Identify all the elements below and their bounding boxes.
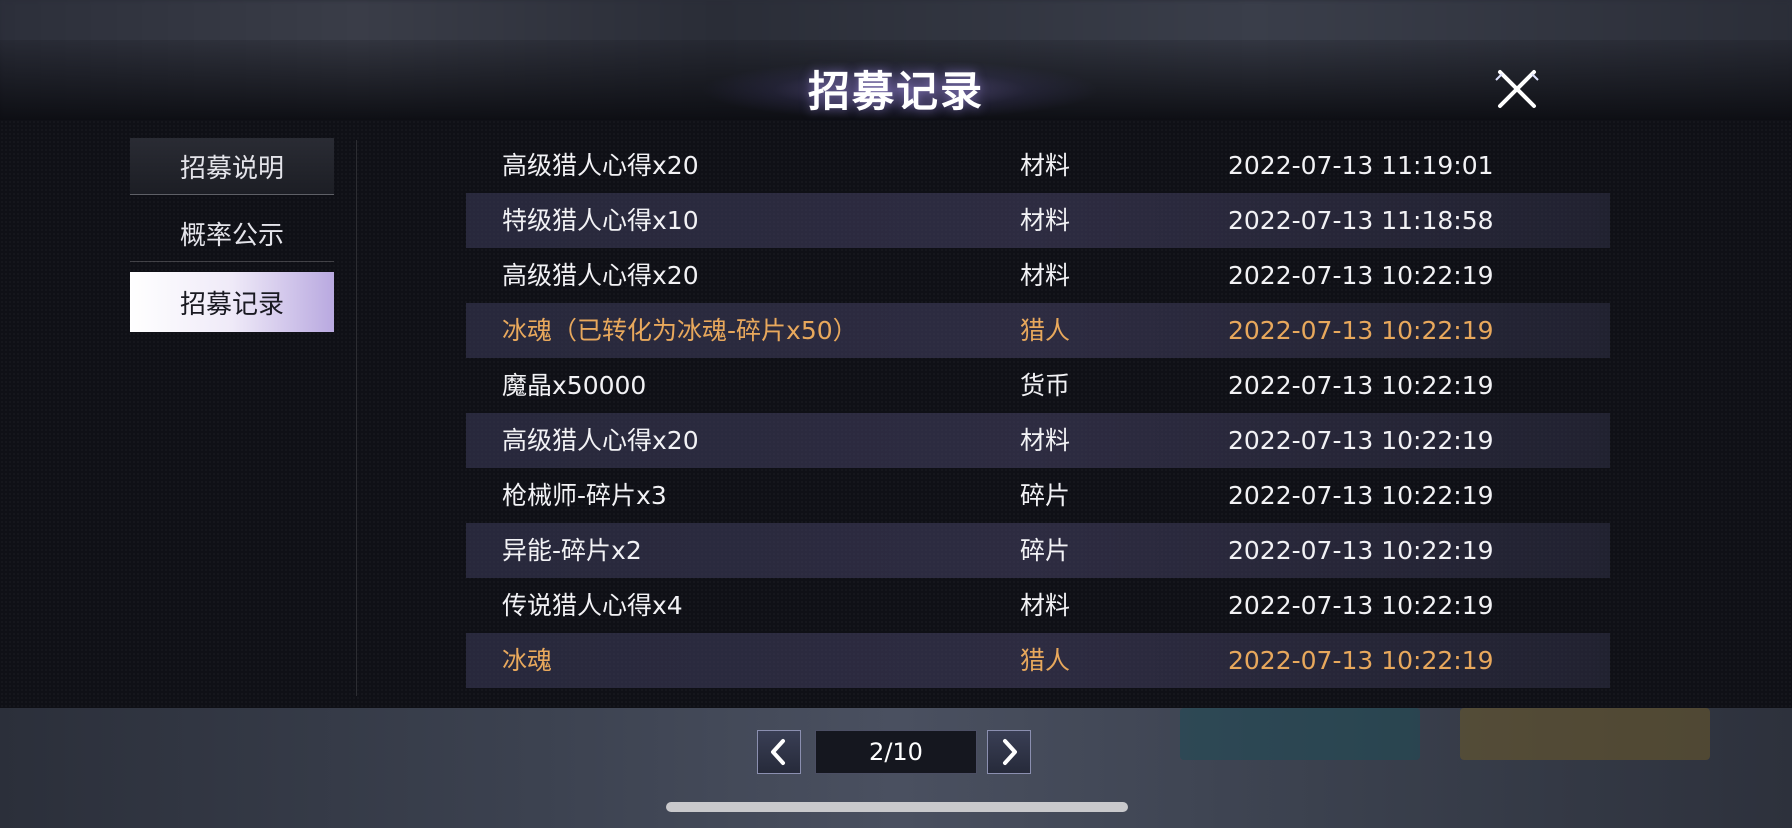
recruit-record-screen: 招募记录 招募说明 概率公示 招募记录 高级猎人心得x20 材料 2022-07… <box>0 0 1792 828</box>
table-row: 魔晶x50000 货币 2022-07-13 10:22:19 <box>466 358 1610 413</box>
item-name: 异能-碎片x2 <box>502 536 642 565</box>
item-type: 碎片 <box>1020 481 1071 510</box>
item-name: 高级猎人心得x20 <box>502 151 699 180</box>
item-name: 高级猎人心得x20 <box>502 261 699 290</box>
page-indicator: 2/10 <box>815 730 977 774</box>
table-row: 特级猎人心得x10 材料 2022-07-13 11:18:58 <box>466 193 1610 248</box>
item-name: 魔晶x50000 <box>502 371 647 400</box>
item-time: 2022-07-13 11:19:01 <box>1228 151 1494 180</box>
tab-probability[interactable]: 概率公示 <box>130 205 334 262</box>
item-name: 高级猎人心得x20 <box>502 426 699 455</box>
close-icon <box>1495 70 1539 108</box>
next-page-button[interactable] <box>987 730 1031 774</box>
item-time: 2022-07-13 10:22:19 <box>1228 591 1494 620</box>
item-time: 2022-07-13 11:18:58 <box>1228 206 1494 235</box>
item-type: 猎人 <box>1020 646 1071 675</box>
item-name: 传说猎人心得x4 <box>502 591 683 620</box>
background-button-blur <box>1460 708 1710 760</box>
item-time: 2022-07-13 10:22:19 <box>1228 261 1494 290</box>
prev-page-button[interactable] <box>757 730 801 774</box>
table-row: 高级猎人心得x20 材料 2022-07-13 10:22:19 <box>466 248 1610 303</box>
chevron-right-icon <box>1003 739 1017 765</box>
item-type: 材料 <box>1020 206 1071 235</box>
home-indicator[interactable] <box>666 802 1128 812</box>
background-button-blur <box>1180 708 1420 760</box>
table-row: 异能-碎片x2 碎片 2022-07-13 10:22:19 <box>466 523 1610 578</box>
item-time: 2022-07-13 10:22:19 <box>1228 371 1494 400</box>
item-type: 材料 <box>1020 426 1071 455</box>
item-type: 碎片 <box>1020 536 1071 565</box>
item-name: 特级猎人心得x10 <box>502 206 699 235</box>
tab-label: 招募说明 <box>179 153 284 184</box>
item-time: 2022-07-13 10:22:19 <box>1228 316 1494 345</box>
tab-recruit-info[interactable]: 招募说明 <box>130 138 334 195</box>
table-row: 传说猎人心得x4 材料 2022-07-13 10:22:19 <box>466 578 1610 633</box>
item-type: 货币 <box>1020 371 1071 400</box>
item-type: 猎人 <box>1020 316 1071 345</box>
item-type: 材料 <box>1020 261 1071 290</box>
tab-label: 招募记录 <box>179 289 284 320</box>
tab-recruit-record[interactable]: 招募记录 <box>130 272 334 332</box>
sidebar: 招募说明 概率公示 招募记录 <box>130 138 334 342</box>
item-time: 2022-07-13 10:22:19 <box>1228 426 1494 455</box>
item-name: 枪械师-碎片x3 <box>502 481 667 510</box>
item-time: 2022-07-13 10:22:19 <box>1228 481 1494 510</box>
record-table: 高级猎人心得x20 材料 2022-07-13 11:19:01 特级猎人心得x… <box>466 138 1610 688</box>
table-row: 冰魂 猎人 2022-07-13 10:22:19 <box>466 633 1610 688</box>
table-row: 枪械师-碎片x3 碎片 2022-07-13 10:22:19 <box>466 468 1610 523</box>
sidebar-divider <box>356 140 357 696</box>
item-time: 2022-07-13 10:22:19 <box>1228 536 1494 565</box>
table-row: 高级猎人心得x20 材料 2022-07-13 11:19:01 <box>466 138 1610 193</box>
table-row: 高级猎人心得x20 材料 2022-07-13 10:22:19 <box>466 413 1610 468</box>
item-type: 材料 <box>1020 591 1071 620</box>
item-name: 冰魂 <box>502 646 553 675</box>
item-name: 冰魂（已转化为冰魂-碎片x50） <box>502 316 858 345</box>
item-time: 2022-07-13 10:22:19 <box>1228 646 1494 675</box>
item-type: 材料 <box>1020 151 1071 180</box>
tab-label: 概率公示 <box>179 220 284 251</box>
close-button[interactable] <box>1494 66 1540 112</box>
table-row: 冰魂（已转化为冰魂-碎片x50） 猎人 2022-07-13 10:22:19 <box>466 303 1610 358</box>
chevron-left-icon <box>771 739 785 765</box>
